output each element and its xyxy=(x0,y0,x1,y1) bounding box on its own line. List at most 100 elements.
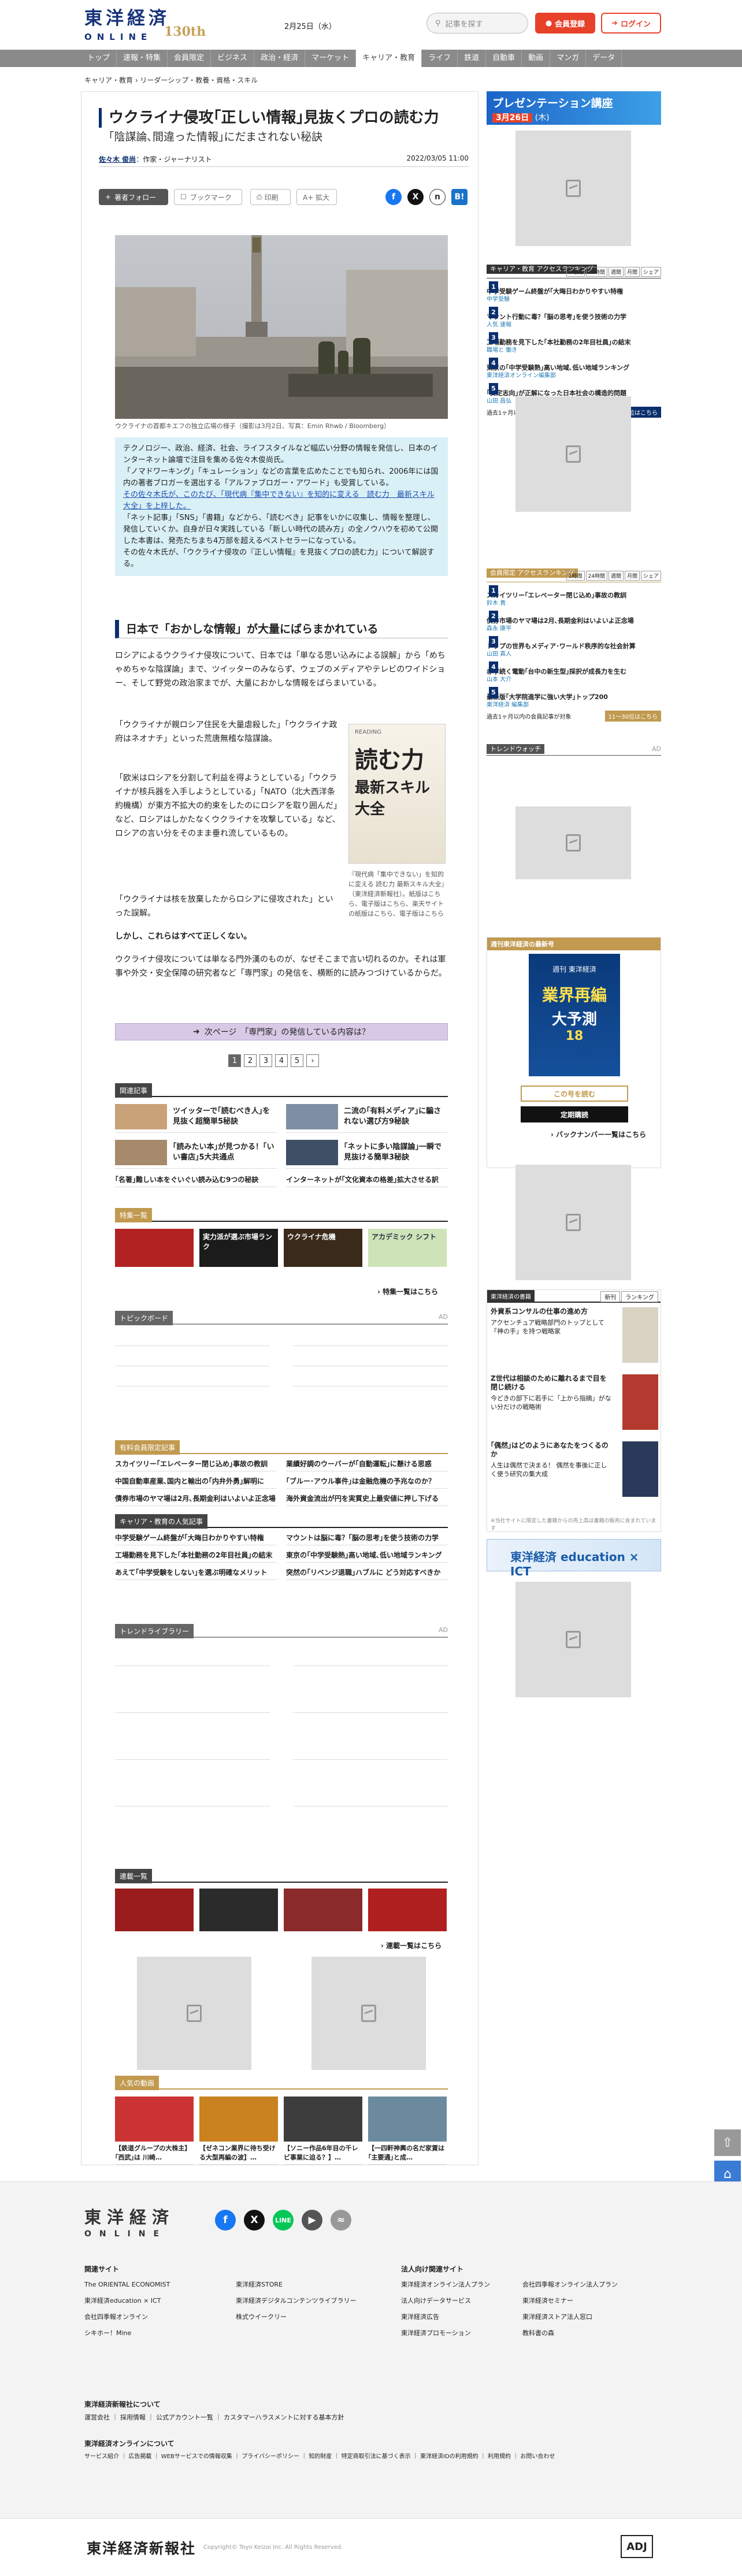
print-button[interactable]: ⎙ 印刷 xyxy=(250,189,291,205)
rensai-banner[interactable] xyxy=(368,1889,447,1931)
video-thumbnail[interactable] xyxy=(199,2097,278,2142)
presentation-course-banner[interactable]: プレゼンテーション講座 3月26日 (木) xyxy=(487,91,661,125)
ad-slot[interactable] xyxy=(515,806,631,879)
scroll-top-button[interactable]: ⇧ xyxy=(714,2129,741,2156)
tokushu-banner[interactable]: アカデミック シフト xyxy=(368,1229,447,1267)
next-page-button[interactable]: ➜ 次ページ 「専門家」の発信している内容は？ xyxy=(115,1023,448,1040)
paid-article-link[interactable]: 業績好調のウーバーが｢自動運転｣に懸ける思惑 xyxy=(286,1456,448,1471)
tokushu-more-link[interactable]: › 特集一覧はこちら xyxy=(377,1287,438,1296)
ranking-tab[interactable]: 1時間 xyxy=(566,267,585,277)
x-share-icon[interactable]: X xyxy=(407,189,424,205)
nav-item[interactable]: 政治・経済 xyxy=(254,50,306,67)
page-link[interactable]: › xyxy=(306,1054,319,1067)
footer-about-links[interactable]: 運営会社 ｜ 採用情報 ｜ 公式アカウント一覧 ｜ カスタマーハラスメントに対す… xyxy=(84,2410,344,2426)
video-title[interactable]: 【ゼネコン業界に待ち受ける大型再編の波】… xyxy=(199,2144,278,2165)
ranking-tab[interactable]: 24時間 xyxy=(585,571,607,581)
ad-slot[interactable] xyxy=(311,1957,426,2070)
ranking-tab[interactable]: シェア xyxy=(640,571,661,581)
education-ict-banner[interactable]: 東洋経済 education × ICT xyxy=(487,1539,661,1578)
footer-link[interactable]: 東洋経済STORE xyxy=(236,2277,357,2293)
back-number-link[interactable]: › バックナンバー一覧はこちら xyxy=(551,1129,646,1139)
breadcrumb[interactable]: キャリア・教育 › リーダーシップ・教養・資格・スキル xyxy=(84,75,258,85)
nav-item[interactable]: キャリア・教育 xyxy=(356,50,422,67)
summary-paragraph[interactable]: その佐々木氏が、このたび、「現代病『集中できない』を知的に変える 読む力 最新ス… xyxy=(123,489,440,512)
ranking-more-button[interactable]: 11〜30位はこちら xyxy=(604,711,661,722)
rensai-more-link[interactable]: › 連載一覧はこちら xyxy=(381,1941,442,1950)
footer-link[interactable]: 東洋経済education × ICT xyxy=(84,2293,170,2309)
ranking-tab[interactable]: 週間 xyxy=(608,571,624,581)
search-input[interactable]: ⚲ 記事を探す xyxy=(426,13,528,34)
paid-article-link[interactable]: スカイツリー｢エレベーター閉じ込め｣事故の教訓 xyxy=(115,1456,277,1471)
ranking-item[interactable]: 4 東京の｢中学受験熱｣高い地域､低い地域ランキング 東洋経済オンライン編集部 xyxy=(487,354,661,380)
footer-online-links[interactable]: サービス紹介 ｜ 広告掲載 ｜ WEBサービスでの情報収集 ｜ プライバシーポリ… xyxy=(84,2449,555,2465)
ranking-item[interactable]: 4 赤字続く電動｢台中の新生型｣採択が成長力を生む 山本 大介 xyxy=(487,658,661,684)
books-tabs[interactable]: 新刊 ランキング xyxy=(600,1291,658,1302)
login-button[interactable]: ➜ ログイン xyxy=(601,13,661,34)
video-thumbnail[interactable] xyxy=(368,2097,447,2142)
ad-slot[interactable] xyxy=(515,1165,631,1280)
nav-item[interactable]: 動画 xyxy=(522,50,551,67)
paid-article-link[interactable]: 海外資金流出が円を実質史上最安値に押し下げる xyxy=(286,1491,448,1506)
video-thumbnail[interactable] xyxy=(115,2097,194,2142)
page-link[interactable]: 1 xyxy=(228,1054,241,1067)
site-logo[interactable]: 東洋経済 ONLINE 130th xyxy=(84,3,206,49)
career-article-link[interactable]: 突然の｢リベンジ退職｣ハブルに どう対応すべきか xyxy=(286,1565,448,1580)
footer-link[interactable]: 教科書の森 xyxy=(522,2325,618,2341)
page-link[interactable]: 5 xyxy=(291,1054,303,1067)
footer-link[interactable]: 東洋経済オンライン法人プラン xyxy=(401,2277,490,2293)
facebook-share-icon[interactable]: f xyxy=(385,189,402,205)
related-text-item[interactable]: ｢名著｣難しい本をぐいぐい読み込む9つの秘訣 xyxy=(115,1172,277,1187)
footer-link[interactable]: 東洋経済セミナー xyxy=(522,2293,618,2309)
career-article-link[interactable]: 工場勤務を見下した｢本社勤務の2年目社員｣の結末 xyxy=(115,1548,277,1563)
ranking-item[interactable]: 3 工場勤務を見下した｢本社勤務の2年目社員｣の結末 職場と 働き xyxy=(487,329,661,355)
rensai-banner[interactable] xyxy=(284,1889,362,1931)
related-text-item[interactable]: インターネットが｢文化資本の格差｣拡大させる訳 xyxy=(286,1172,448,1187)
ranking-tabs[interactable]: 1時間 24時間 週間 月間 シェア xyxy=(566,267,661,277)
ranking-item[interactable]: 2 債券市場のヤマ場は2月､長期金利はいよいよ正念場 森永 康平 xyxy=(487,607,661,633)
nav-item[interactable]: 自動車 xyxy=(486,50,522,67)
nav-item[interactable]: ライフ xyxy=(422,50,458,67)
book-item[interactable]: 外資系コンサルの仕事の進め方 アクセンチュア戦略部門のトップとして「神の手」を持つ… xyxy=(491,1307,658,1371)
video-title[interactable]: 【鉄道グループの大株主】｢西武｣は 川崎… xyxy=(115,2144,194,2165)
nav-item[interactable]: トップ xyxy=(81,50,117,67)
related-item[interactable]: ｢読みたい本｣が見つかる！｢いい書店｣5大共通点 xyxy=(115,1140,277,1169)
related-item[interactable]: ツイッターで｢読むべき人｣を見抜く超簡単5秘訣 xyxy=(115,1104,277,1133)
ranking-item[interactable]: 2 マウント行動に毒？｢脳の思考｣を使う技術の力学 人気 速報 xyxy=(487,303,661,329)
nav-item[interactable]: 速報・特集 xyxy=(117,50,168,67)
video-title[interactable]: 【ソニー作品6年目の千レビ事業に迫る？】… xyxy=(284,2144,362,2165)
x-icon[interactable]: X xyxy=(244,2210,265,2231)
nav-item[interactable]: マンガ xyxy=(550,50,587,67)
book-item[interactable]: ｢偶然｣はどのようにあなたをつくるのか 人生は偶然で決まる！ 偶然を事後に正しく使… xyxy=(491,1441,658,1505)
tokushu-banner[interactable]: ウクライナ危機 xyxy=(284,1229,362,1267)
rss-icon[interactable]: ≈ xyxy=(331,2210,351,2231)
facebook-icon[interactable]: f xyxy=(215,2210,236,2231)
follow-author-button[interactable]: + 著者フォロー xyxy=(99,189,168,205)
footer-logo[interactable]: 東洋経済 xyxy=(84,2204,175,2228)
author-link[interactable]: 佐々木 俊尚 xyxy=(99,155,136,163)
magazine-cover[interactable]: 週刊 東洋経済 業界再編 大予測 18 xyxy=(529,954,620,1076)
read-issue-button[interactable]: この号を読む xyxy=(521,1086,628,1102)
ranking-tab[interactable]: 24時間 xyxy=(585,267,607,277)
paid-article-link[interactable]: ｢ブルー･アウル事件｣は金融危機の予兆なのか？ xyxy=(286,1474,448,1489)
font-size-button[interactable]: A+ 拡大 xyxy=(296,189,337,205)
book-item[interactable]: Z世代は相談のために離れるまで目を閉じ続ける 今どきの部下に若手に「上から指摘」が… xyxy=(491,1374,658,1438)
ranking-tab[interactable]: 週間 xyxy=(608,267,624,277)
nav-item[interactable]: マーケット xyxy=(305,50,357,67)
footer-link[interactable]: 東洋経済ストア法人窓口 xyxy=(522,2309,618,2325)
rensai-banner[interactable] xyxy=(115,1889,194,1931)
footer-link[interactable]: 会社四季報オンライン法人プラン xyxy=(522,2277,618,2293)
ranking-item[interactable]: 5 最新版｢大学院進学に強い大学｣トップ200 東洋経済 編集部 xyxy=(487,683,661,709)
footer-link[interactable]: 東洋経済プロモーション xyxy=(401,2325,490,2341)
footer-link[interactable]: シキホー！Mine xyxy=(84,2325,170,2341)
footer-link[interactable]: 法人向けデータサービス xyxy=(401,2293,490,2309)
ranking-tab[interactable]: シェア xyxy=(640,267,661,277)
footer-link[interactable]: The ORIENTAL ECONOMIST xyxy=(84,2277,170,2293)
career-article-link[interactable]: マウントは脳に毒？｢脳の思考｣を使う技術の力学 xyxy=(286,1530,448,1545)
page-link[interactable]: 4 xyxy=(275,1054,288,1067)
bookmark-button[interactable]: ☐ ブックマーク xyxy=(174,189,242,205)
career-article-link[interactable]: 東京の｢中学受験熱｣高い地域､低い地域ランキング xyxy=(286,1548,448,1563)
subscribe-button[interactable]: 定期購読 xyxy=(521,1106,628,1122)
footer-link[interactable]: 会社四季報オンライン xyxy=(84,2309,170,2325)
ranking-tab[interactable]: 月間 xyxy=(624,571,640,581)
paid-article-link[interactable]: 中国自動車産業､国内と輸出の｢内弁外勇｣解明に xyxy=(115,1474,277,1489)
